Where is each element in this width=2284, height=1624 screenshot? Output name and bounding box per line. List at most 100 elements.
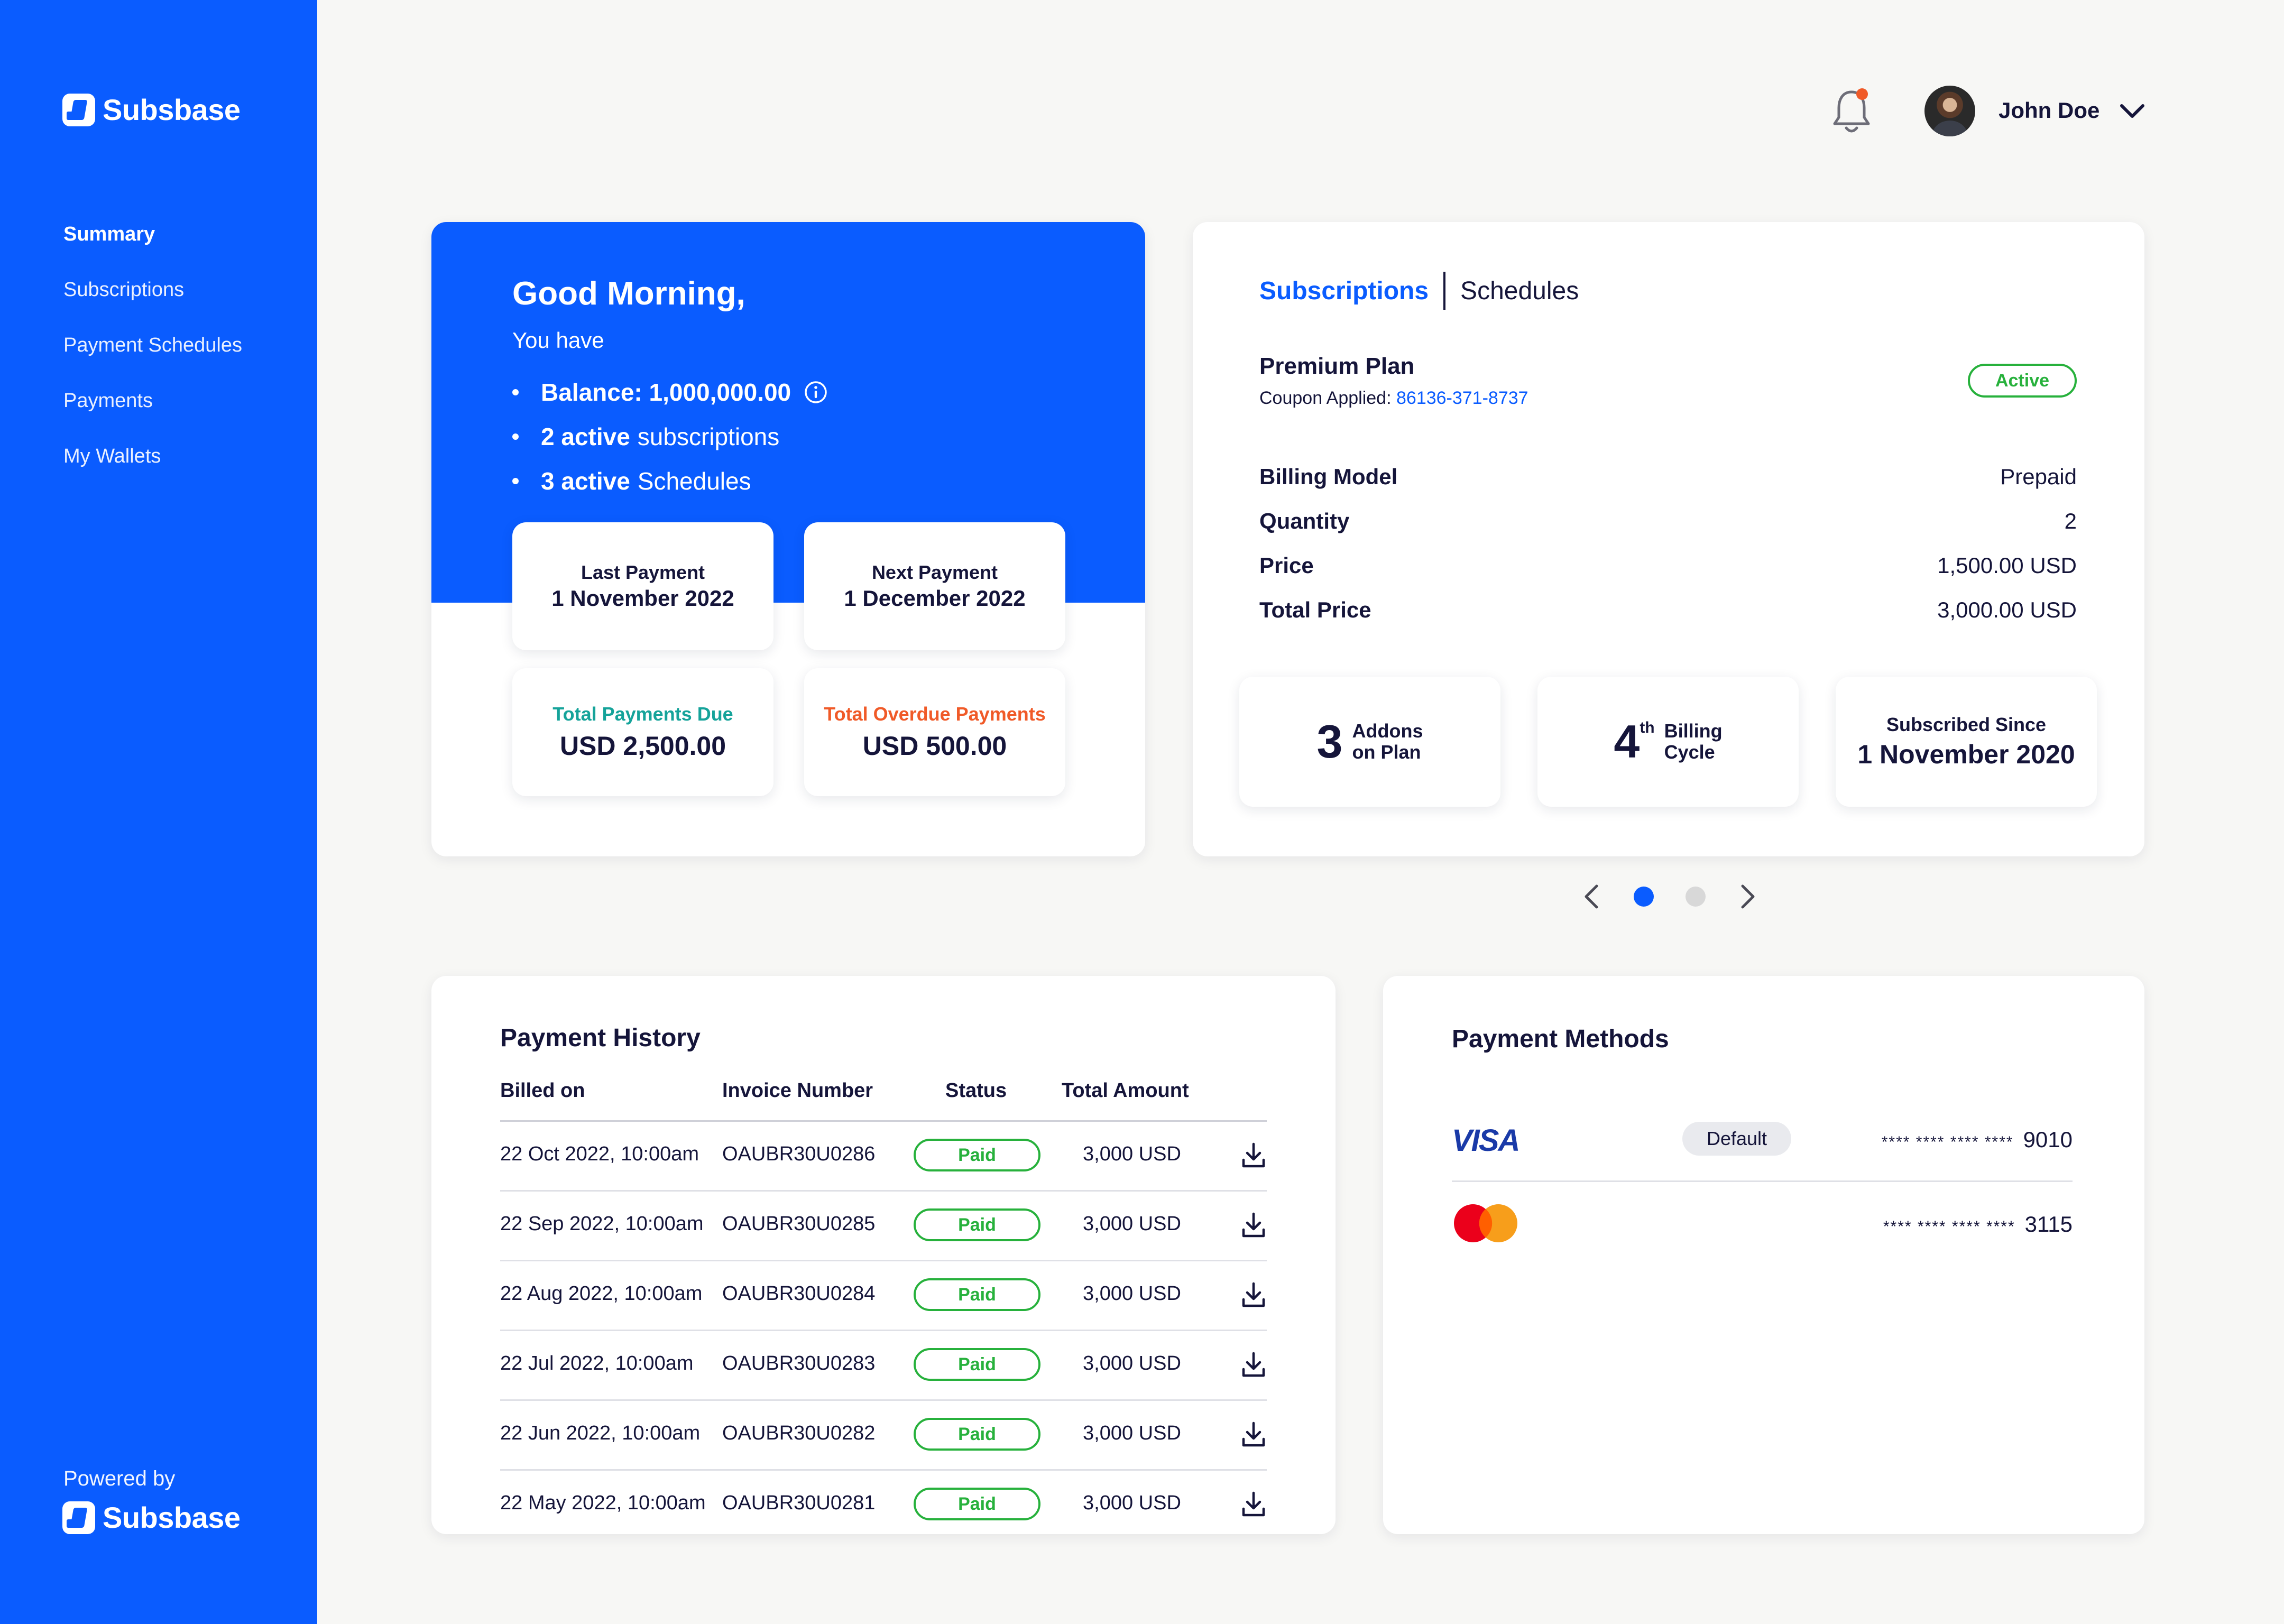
total-due-card: Total Payments Due USD 2,500.00 [512, 668, 773, 796]
footer-brand-name: Subsbase [103, 1501, 241, 1534]
payment-methods-title: Payment Methods [1452, 1025, 1669, 1053]
status-badge: Paid [914, 1278, 1040, 1311]
active-schedules-item: 3 active Schedules [512, 459, 828, 503]
total-amount-cell: 3,000 USD [1083, 1492, 1181, 1514]
mastercard-logo-icon [1454, 1204, 1517, 1242]
subscribed-since-stat-card: Subscribed Since 1 November 2020 [1836, 677, 2097, 807]
detail-key: Price [1259, 553, 1314, 578]
subscription-pager [1581, 882, 1758, 911]
last-payment-card: Last Payment 1 November 2022 [512, 522, 773, 650]
coupon-label: Coupon Applied: [1259, 388, 1392, 408]
billing-cycle-count: 4 [1614, 715, 1640, 768]
masked-digits: **** **** **** **** [1883, 1218, 2015, 1235]
download-icon[interactable] [1238, 1140, 1269, 1170]
masked-card-number: **** **** **** **** 3115 [1883, 1212, 2073, 1237]
next-payment-card: Next Payment 1 December 2022 [804, 522, 1065, 650]
subsbase-logo-icon [62, 93, 95, 126]
billing-cycle-stat-card: 4 th Billing Cycle [1537, 677, 1799, 807]
billing-cycle-label: Billing Cycle [1664, 721, 1723, 762]
payment-history-card: Payment History Billed on Invoice Number… [431, 976, 1336, 1534]
download-icon[interactable] [1238, 1210, 1269, 1240]
invoice-number-cell: OAUBR30U0285 [722, 1213, 876, 1235]
tab-subscriptions[interactable]: Subscriptions [1259, 276, 1429, 306]
default-badge: Default [1682, 1122, 1791, 1156]
download-icon[interactable] [1238, 1419, 1269, 1450]
brand-logo[interactable]: Subsbase [62, 93, 241, 127]
total-overdue-card: Total Overdue Payments USD 500.00 [804, 668, 1065, 796]
payment-method-row[interactable]: **** **** **** **** 3115 [1452, 1182, 2073, 1267]
payment-method-row[interactable]: VISA Default **** **** **** **** 9010 [1452, 1097, 2073, 1182]
column-total-amount[interactable]: Total Amount [1062, 1079, 1189, 1102]
billed-on-cell: 22 May 2022, 10:00am [500, 1492, 706, 1514]
table-header: Billed on Invoice Number Status Total Am… [500, 1079, 1267, 1122]
active-subscriptions-label: subscriptions [637, 423, 780, 450]
greeting-title: Good Morning, [512, 275, 745, 312]
total-overdue-value: USD 500.00 [862, 731, 1007, 761]
notification-dot [1856, 88, 1868, 100]
billing-cycle-label-line1: Billing [1664, 720, 1723, 742]
table-row: 22 Oct 2022, 10:00am OAUBR30U0286 Paid 3,00… [500, 1122, 1267, 1192]
billed-on-cell: 22 Sep 2022, 10:00am [500, 1213, 704, 1235]
info-icon[interactable] [804, 380, 828, 404]
sidebar-nav: Summary Subscriptions Payment Schedules … [63, 221, 242, 499]
user-avatar[interactable] [1924, 86, 1975, 136]
subsbase-logo-icon [62, 1501, 95, 1534]
powered-by-label: Powered by [63, 1467, 176, 1490]
table-row: 22 Jun 2022, 10:00am OAUBR30U0282 Paid 3,00… [500, 1401, 1267, 1471]
sidebar-item-payment-schedules[interactable]: Payment Schedules [63, 332, 242, 387]
table-row: 22 May 2022, 10:00am OAUBR30U0281 Paid 3,00… [500, 1471, 1267, 1534]
payment-methods-card: Payment Methods VISA Default **** **** *… [1383, 976, 2144, 1534]
tab-schedules[interactable]: Schedules [1460, 276, 1579, 306]
total-amount-cell: 3,000 USD [1083, 1213, 1181, 1235]
sidebar-item-my-wallets[interactable]: My Wallets [63, 443, 242, 499]
detail-value: Prepaid [2000, 464, 2077, 489]
total-amount-cell: 3,000 USD [1083, 1143, 1181, 1165]
detail-row-billing-model: Billing Model Prepaid [1259, 464, 2077, 490]
chevron-left-icon[interactable] [1581, 882, 1602, 911]
column-billed-on[interactable]: Billed on [500, 1079, 585, 1102]
sidebar-item-subscriptions[interactable]: Subscriptions [63, 276, 242, 332]
user-name[interactable]: John Doe [1998, 98, 2099, 123]
column-invoice-number[interactable]: Invoice Number [722, 1079, 873, 1102]
active-subscriptions-item: 2 active subscriptions [512, 414, 828, 459]
subscribed-since-value: 1 November 2020 [1857, 740, 2075, 769]
active-schedules-label: Schedules [637, 467, 751, 495]
addons-label-line2: on Plan [1352, 741, 1421, 763]
sidebar-item-summary[interactable]: Summary [63, 221, 242, 276]
balance-text: Balance: 1,000,000.00 [541, 379, 791, 406]
subscription-card: Subscriptions Schedules Premium Plan Cou… [1193, 222, 2144, 856]
footer-brand-logo: Subsbase [62, 1500, 241, 1535]
summary-card: Good Morning, You have Balance: 1,000,00… [431, 222, 1145, 856]
pager-dot-2[interactable] [1686, 887, 1706, 907]
coupon-code[interactable]: 86136-371-8737 [1396, 388, 1528, 408]
subscribed-since-label: Subscribed Since [1886, 714, 2047, 735]
notification-bell-icon[interactable] [1829, 85, 1874, 137]
download-icon[interactable] [1238, 1489, 1269, 1519]
balance-item: Balance: 1,000,000.00 [512, 370, 828, 414]
total-amount-cell: 3,000 USD [1083, 1282, 1181, 1305]
greeting-list: Balance: 1,000,000.00 2 active subscript… [512, 370, 828, 503]
total-due-label: Total Payments Due [552, 703, 733, 725]
chevron-down-icon[interactable] [2117, 100, 2147, 122]
invoice-number-cell: OAUBR30U0283 [722, 1352, 876, 1374]
pager-dot-1[interactable] [1634, 887, 1654, 907]
total-overdue-label: Total Overdue Payments [824, 703, 1046, 725]
coupon-line: Coupon Applied: 86136-371-8737 [1259, 388, 1528, 409]
chevron-right-icon[interactable] [1737, 882, 1758, 911]
download-icon[interactable] [1238, 1349, 1269, 1380]
detail-key: Total Price [1259, 597, 1371, 622]
column-status[interactable]: Status [945, 1079, 1007, 1102]
sidebar-item-payments[interactable]: Payments [63, 387, 242, 443]
download-icon[interactable] [1238, 1279, 1269, 1310]
subscription-tabs: Subscriptions Schedules [1259, 272, 1579, 310]
plan-name: Premium Plan [1259, 353, 1415, 379]
next-payment-value: 1 December 2022 [844, 586, 1026, 611]
billed-on-cell: 22 Aug 2022, 10:00am [500, 1282, 703, 1305]
card-last4: 9010 [2023, 1127, 2073, 1152]
detail-value: 2 [2064, 509, 2077, 533]
status-badge: Paid [914, 1208, 1040, 1241]
detail-row-price: Price 1,500.00 USD [1259, 553, 2077, 578]
tab-divider [1443, 272, 1446, 310]
card-last4: 3115 [2024, 1212, 2073, 1237]
greeting-subtitle: You have [512, 328, 604, 353]
